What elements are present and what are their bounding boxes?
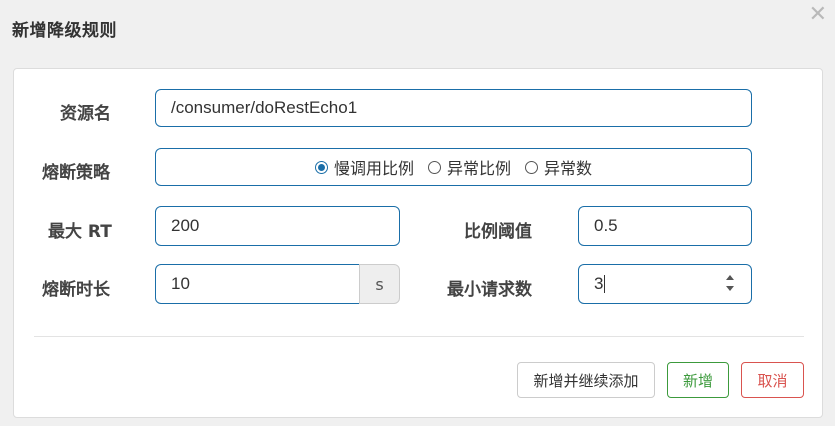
divider xyxy=(34,336,804,337)
close-icon[interactable]: ✕ xyxy=(809,4,827,26)
add-and-continue-button[interactable]: 新增并继续添加 xyxy=(517,362,655,398)
spinner-up-icon[interactable] xyxy=(726,275,734,280)
radio-slow-call-ratio[interactable]: 慢调用比例 xyxy=(314,155,414,179)
radio-label: 异常比例 xyxy=(446,159,511,178)
resource-input[interactable]: /consumer/doRestEcho1 xyxy=(155,89,752,127)
radio-unchecked-icon xyxy=(427,160,441,174)
ratio-threshold-input[interactable]: 0.5 xyxy=(578,206,752,246)
radio-checked-icon xyxy=(314,160,328,174)
number-spinner[interactable] xyxy=(725,275,735,291)
form-panel: 资源名 /consumer/doRestEcho1 熔断策略 慢调用比例 异常比… xyxy=(13,68,823,418)
duration-input[interactable]: 10 xyxy=(155,264,360,304)
text-caret xyxy=(604,275,606,293)
radio-unchecked-icon xyxy=(525,160,538,174)
ratio-threshold-label: 比例阈值 xyxy=(464,222,532,242)
strategy-label: 熔断策略 xyxy=(42,163,110,183)
duration-label: 熔断时长 xyxy=(42,280,110,300)
cancel-button[interactable]: 取消 xyxy=(741,362,804,398)
min-requests-value: 3 xyxy=(594,274,604,293)
strategy-radio-group: 慢调用比例 异常比例 异常数 xyxy=(155,148,752,186)
spinner-down-icon[interactable] xyxy=(726,286,734,291)
max-rt-label: 最大 RT xyxy=(48,222,112,242)
duration-unit-addon: s xyxy=(359,264,400,304)
radio-error-count[interactable]: 异常数 xyxy=(525,155,592,179)
min-requests-input[interactable]: 3 xyxy=(578,264,752,304)
dialog-title: 新增降级规则 xyxy=(12,21,117,41)
add-button[interactable]: 新增 xyxy=(667,362,729,398)
radio-label: 慢调用比例 xyxy=(333,159,414,178)
radio-error-ratio[interactable]: 异常比例 xyxy=(427,155,511,179)
min-requests-label: 最小请求数 xyxy=(447,280,532,300)
max-rt-input[interactable]: 200 xyxy=(155,206,400,246)
resource-label: 资源名 xyxy=(60,104,111,124)
radio-label: 异常数 xyxy=(544,159,593,178)
